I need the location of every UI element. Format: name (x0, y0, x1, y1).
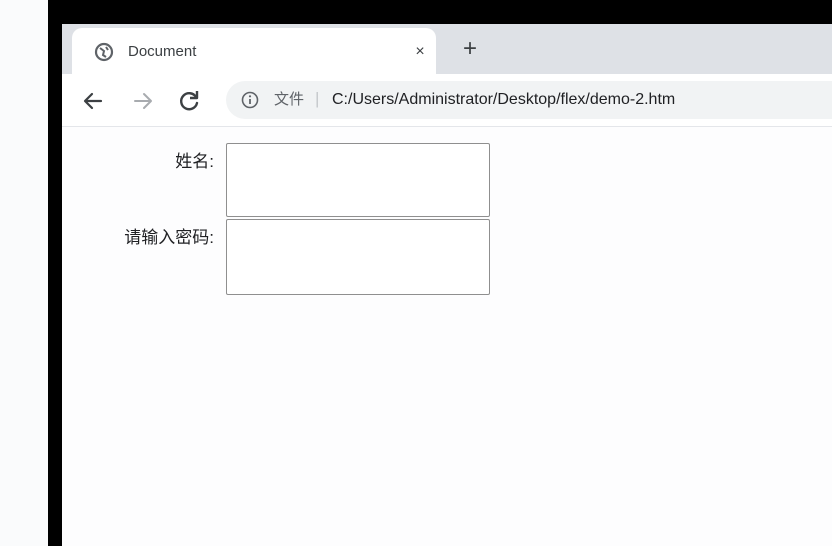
arrow-right-icon[interactable] (130, 88, 156, 114)
name-row: 姓名: (62, 143, 832, 219)
browser-window: Document × + 文件 | C:/Users/Administrator… (62, 24, 832, 546)
password-label: 请输入密码: (124, 228, 214, 247)
name-label: 姓名: (175, 152, 214, 171)
desktop-background-strip (0, 0, 48, 546)
scheme-label: 文件 (274, 91, 305, 108)
omnibox-separator: | (315, 89, 320, 108)
reload-icon[interactable] (176, 88, 202, 114)
page-content: 姓名: 请输入密码: (62, 127, 832, 546)
name-input[interactable] (226, 143, 490, 217)
tab-document[interactable]: Document × (72, 28, 436, 74)
url-text[interactable]: C:/Users/Administrator/Desktop/flex/demo… (332, 90, 675, 110)
new-tab-button[interactable]: + (458, 37, 482, 62)
password-row: 请输入密码: (62, 219, 832, 295)
info-icon[interactable] (240, 90, 260, 110)
password-input[interactable] (226, 219, 490, 295)
globe-icon (94, 42, 114, 62)
arrow-left-icon[interactable] (80, 88, 106, 114)
close-tab-icon[interactable]: × (410, 42, 430, 62)
browser-toolbar: 文件 | C:/Users/Administrator/Desktop/flex… (62, 74, 832, 127)
tab-strip: Document × + (62, 24, 832, 74)
tab-title: Document (128, 43, 197, 60)
address-bar[interactable]: 文件 | C:/Users/Administrator/Desktop/flex… (226, 81, 832, 119)
